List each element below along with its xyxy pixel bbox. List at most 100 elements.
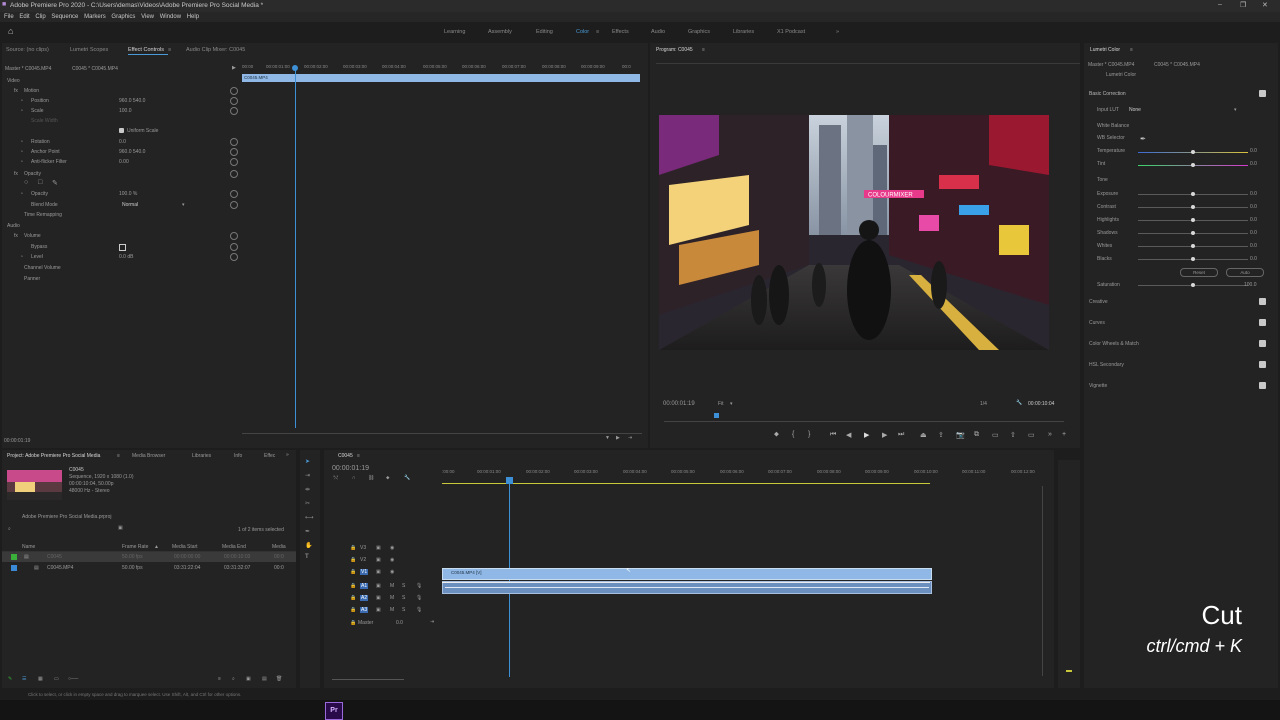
tab-libraries[interactable]: Libraries (192, 453, 211, 459)
reset-button[interactable]: Reset (1180, 268, 1218, 277)
resolution-dropdown[interactable]: 1/4 (980, 401, 987, 407)
clip-thumbnail[interactable] (7, 470, 62, 500)
reset-icon[interactable] (230, 243, 238, 251)
pencil-icon[interactable]: ✎ (8, 676, 12, 682)
selection-tool-icon[interactable]: ➤ (305, 458, 310, 465)
fx-icon[interactable]: fx (14, 171, 18, 177)
reset-icon[interactable] (230, 190, 238, 198)
input-lut-select[interactable]: None (1129, 107, 1141, 113)
menu-file[interactable]: File (4, 12, 14, 22)
mic-icon[interactable]: 🎙 (416, 595, 422, 601)
tint-slider-knob[interactable] (1191, 163, 1195, 167)
panel-menu-icon[interactable]: ≡ (1130, 47, 1133, 53)
table-row[interactable]: ▤ C0045 50.00 fps 00:00:00:00 00:00:10:0… (2, 552, 296, 562)
track-select-tool-icon[interactable]: ⇥ (305, 472, 310, 479)
menu-markers[interactable]: Markers (84, 12, 106, 22)
reset-icon[interactable] (230, 158, 238, 166)
fx-icon[interactable]: fx (14, 233, 18, 239)
workspace-learning[interactable]: Learning (444, 29, 465, 35)
mute-button[interactable]: M (390, 583, 394, 589)
ellipse-mask-icon[interactable]: ○ (24, 179, 28, 186)
workspace-graphics[interactable]: Graphics (688, 29, 710, 35)
reset-icon[interactable] (230, 107, 238, 115)
saturation-slider-knob[interactable] (1191, 283, 1195, 287)
lock-icon[interactable]: 🔒 (350, 583, 356, 589)
sort-icon[interactable]: ≡ (218, 676, 221, 682)
color-wheels-checkbox[interactable] (1259, 340, 1266, 347)
add-button-icon[interactable]: + (1062, 431, 1066, 438)
basic-correction-checkbox[interactable] (1259, 90, 1266, 97)
clip-label[interactable]: C0045 * C0045.MP4 (72, 66, 118, 72)
vr-icon[interactable]: ▭ (1028, 431, 1035, 439)
stopwatch-icon[interactable]: ◔ (20, 108, 23, 114)
tab-audio-clip-mixer[interactable]: Audio Clip Mixer: C0045 (186, 47, 245, 53)
opacity-value[interactable]: 100.0 % (119, 191, 137, 197)
track-v1-label[interactable]: V1 (360, 569, 369, 575)
menu-view[interactable]: View (141, 12, 154, 22)
column-frame-rate[interactable]: Frame Rate (122, 544, 148, 550)
solo-button[interactable]: S (402, 607, 405, 613)
channel-volume-label[interactable]: Channel Volume (24, 265, 61, 271)
freeform-view-icon[interactable]: ▭ (54, 676, 59, 682)
contrast-value[interactable]: 0.0 (1250, 204, 1257, 210)
hand-tool-icon[interactable]: ✋ (305, 542, 312, 549)
razor-tool-icon[interactable]: ✂ (305, 500, 310, 507)
position-value[interactable]: 960.0 540.0 (119, 98, 145, 104)
menu-sequence[interactable]: Sequence (51, 12, 78, 22)
new-bin-icon[interactable]: ▣ (246, 676, 251, 682)
panner-label[interactable]: Panner (24, 276, 40, 282)
sync-lock-icon[interactable]: ▣ (376, 545, 381, 551)
play-icon[interactable]: ▶ (616, 435, 620, 441)
sync-lock-icon[interactable]: ▣ (376, 607, 381, 613)
reset-icon[interactable] (230, 87, 238, 95)
eyedropper-icon[interactable]: ✒ (1140, 135, 1146, 143)
blacks-value[interactable]: 0.0 (1250, 256, 1257, 262)
step-back-icon[interactable]: ◀ (846, 431, 851, 439)
step-forward-icon[interactable]: ▶ (882, 431, 887, 439)
shadows-value[interactable]: 0.0 (1250, 230, 1257, 236)
trash-icon[interactable]: 🗑 (276, 676, 282, 682)
vignette-header[interactable]: Vignette (1089, 383, 1107, 389)
ripple-edit-tool-icon[interactable]: ⇹ (305, 486, 310, 493)
mic-icon[interactable]: 🎙 (416, 607, 422, 613)
tab-lumetri-color[interactable]: Lumetri Color (1090, 47, 1120, 53)
more-icon[interactable]: » (1048, 431, 1052, 438)
zoom-slider-icon[interactable]: ○── (68, 676, 78, 682)
home-icon[interactable]: ⌂ (8, 26, 13, 36)
reset-icon[interactable] (230, 170, 238, 178)
go-to-out-icon[interactable]: ⏭ (898, 431, 904, 439)
mic-icon[interactable]: 🎙 (416, 583, 422, 589)
horizontal-zoom-scrollbar[interactable] (332, 679, 404, 680)
wrench-icon[interactable]: 🔧 (1016, 400, 1022, 406)
sync-lock-icon[interactable]: ▣ (376, 569, 381, 575)
video-clip[interactable]: C0045.MP4 [V] (442, 568, 932, 580)
zoom-scrollbar[interactable] (242, 433, 642, 434)
lock-icon[interactable]: 🔒 (350, 569, 356, 575)
sync-lock-icon[interactable]: ▣ (376, 595, 381, 601)
tab-program[interactable]: Program: C0045 (656, 47, 693, 53)
solo-button[interactable]: S (402, 583, 405, 589)
table-row[interactable]: ▤ C0045.MP4 50.00 fps 03:31:22:04 03:31:… (2, 563, 296, 573)
curves-header[interactable]: Curves (1089, 320, 1105, 326)
menu-window[interactable]: Window (160, 12, 181, 22)
uniform-scale-checkbox[interactable] (119, 128, 124, 133)
rotation-value[interactable]: 0.0 (119, 139, 126, 145)
solo-button[interactable]: S (402, 595, 405, 601)
workspace-menu-icon[interactable]: ≡ (596, 29, 599, 35)
shadows-slider-knob[interactable] (1191, 231, 1195, 235)
eye-icon[interactable]: ◉ (390, 545, 394, 551)
menu-graphics[interactable]: Graphics (111, 12, 135, 22)
close-icon[interactable]: ✕ (1262, 1, 1268, 9)
column-media[interactable]: Media (272, 544, 286, 550)
creative-header[interactable]: Creative (1089, 299, 1108, 305)
anchor-point-value[interactable]: 960.0 540.0 (119, 149, 145, 155)
workspace-x1-podcast[interactable]: X1 Podcast (777, 29, 805, 35)
lock-icon[interactable]: 🔒 (350, 595, 356, 601)
lumetri-clip-label[interactable]: C0045 * C0045.MP4 (1154, 62, 1200, 68)
highlights-slider-knob[interactable] (1191, 218, 1195, 222)
vertical-scrollbar[interactable] (1042, 486, 1043, 676)
tint-value[interactable]: 0.0 (1250, 161, 1257, 167)
reset-icon[interactable] (230, 201, 238, 209)
workspace-color[interactable]: Color (576, 29, 589, 35)
stopwatch-icon[interactable]: ◔ (20, 254, 23, 260)
